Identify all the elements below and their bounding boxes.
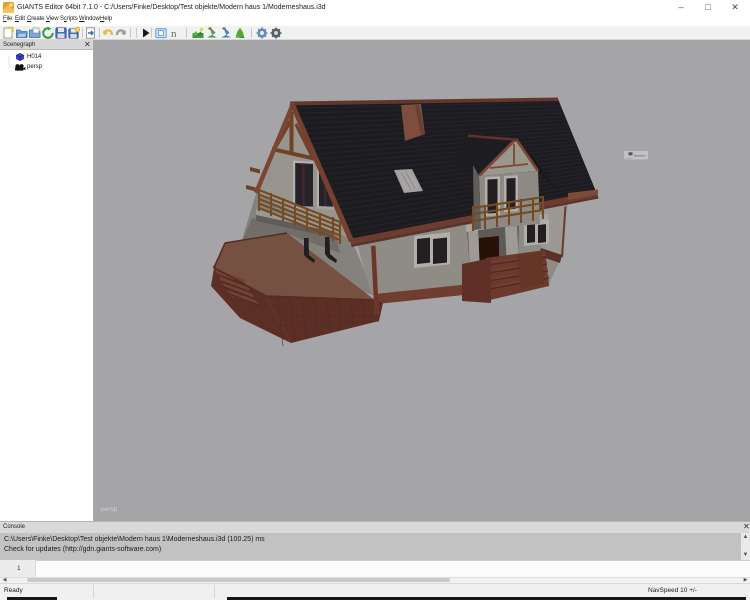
svg-text:n: n bbox=[171, 28, 177, 39]
